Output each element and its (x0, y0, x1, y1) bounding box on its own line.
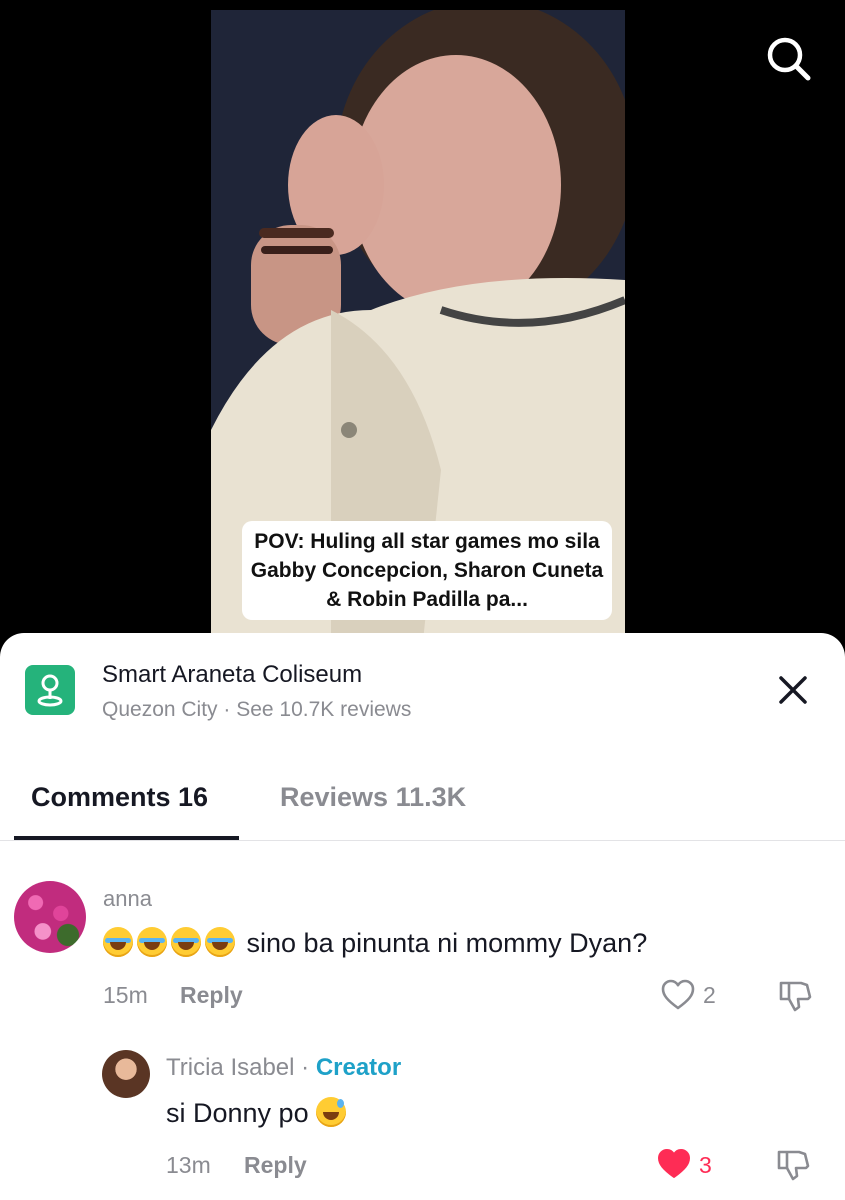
comment-text: si Donny po (166, 1095, 350, 1131)
avatar[interactable] (14, 881, 86, 953)
location-separator: · (217, 698, 237, 721)
like-count: 2 (703, 982, 716, 1008)
comment-username[interactable]: anna (103, 885, 152, 913)
avatar[interactable] (102, 1050, 150, 1098)
close-button[interactable] (775, 672, 811, 708)
reply-username[interactable]: Tricia Isabel (166, 1054, 294, 1081)
dislike-button[interactable] (777, 977, 813, 1013)
grinning-face-with-sweat-emoji-icon (316, 1097, 347, 1127)
comment-text: sino ba pinunta ni mommy Dyan? (103, 925, 647, 961)
creator-badge: Creator (315, 1054, 402, 1081)
see-reviews-link[interactable]: See 10.7K reviews (236, 698, 411, 721)
tab-reviews[interactable]: Reviews 11.3K (280, 780, 466, 814)
comment-timestamp: 15m (103, 982, 148, 1008)
reply-button[interactable]: Reply (244, 1150, 307, 1180)
face-with-tears-of-joy-emoji-icon (205, 927, 235, 957)
video-player[interactable]: POV: Huling all star games mo sila Gabby… (0, 0, 845, 660)
reply-button[interactable]: Reply (180, 980, 243, 1010)
face-with-tears-of-joy-emoji-icon (103, 927, 133, 957)
thumbs-down-icon (777, 1150, 810, 1181)
comment-body: sino ba pinunta ni mommy Dyan? (246, 928, 648, 958)
heart-icon (658, 1149, 690, 1178)
face-with-tears-of-joy-emoji-icon (137, 927, 167, 957)
location-subtitle: Quezon City · See 10.7K reviews (102, 696, 411, 724)
like-button[interactable] (657, 1148, 691, 1180)
video-caption: POV: Huling all star games mo sila Gabby… (242, 521, 612, 620)
location-city: Quezon City (102, 698, 218, 721)
comment-body: si Donny po (166, 1098, 309, 1128)
tabs-divider (0, 840, 845, 841)
search-button[interactable] (764, 34, 812, 82)
heart-icon (661, 979, 695, 1010)
dislike-button[interactable] (775, 1146, 811, 1182)
location-pin-icon-graphic (37, 674, 63, 707)
thumbs-down-icon (779, 981, 812, 1012)
like-count: 3 (699, 1152, 712, 1178)
location-pin-icon[interactable] (25, 665, 75, 715)
comment-timestamp: 13m (166, 1152, 211, 1178)
search-icon (767, 37, 811, 81)
face-with-tears-of-joy-emoji-icon (171, 927, 201, 957)
username-separator: · (294, 1054, 316, 1081)
reply-author[interactable]: Tricia Isabel · Creator (166, 1054, 401, 1082)
location-title[interactable]: Smart Araneta Coliseum (102, 659, 362, 691)
like-button[interactable] (661, 979, 695, 1011)
close-icon (779, 676, 807, 704)
tab-comments[interactable]: Comments 16 (31, 780, 208, 814)
